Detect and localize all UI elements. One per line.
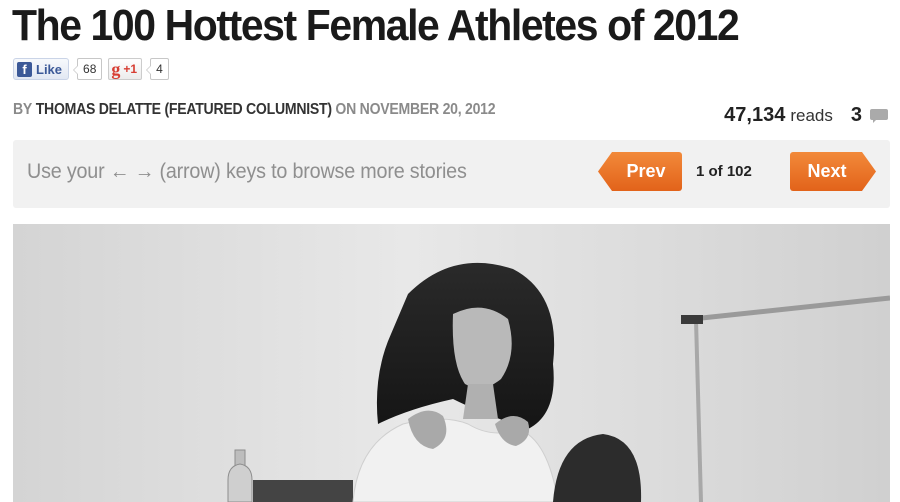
- facebook-like-count: 68: [72, 58, 103, 80]
- page-title: The 100 Hottest Female Athletes of 2012: [12, 1, 740, 50]
- keyboard-hint: Use your ← → (arrow) keys to browse more…: [27, 160, 467, 183]
- photo-illustration: [13, 224, 890, 502]
- reads-label: reads: [790, 105, 833, 125]
- author-link[interactable]: THOMAS DELATTE (FEATURED COLUMNIST): [36, 101, 332, 118]
- social-share-bar: f Like 68 g +1 4: [13, 57, 169, 81]
- comment-icon[interactable]: [870, 108, 888, 123]
- slideshow-nav-bar: Use your ← → (arrow) keys to browse more…: [13, 140, 890, 208]
- next-button[interactable]: Next: [790, 152, 876, 191]
- google-plus-icon: g: [111, 59, 121, 79]
- byline-by: BY: [13, 101, 33, 118]
- slide-photo: [13, 224, 890, 502]
- prev-button[interactable]: Prev: [598, 152, 682, 191]
- slide-position: 1 of 102: [696, 163, 752, 180]
- facebook-icon: f: [17, 61, 32, 77]
- google-plus-button[interactable]: g +1: [108, 58, 143, 80]
- google-plus-count: 4: [146, 58, 169, 80]
- facebook-like-label: Like: [36, 61, 63, 77]
- byline-on: ON: [335, 101, 357, 118]
- byline: BY THOMAS DELATTE (FEATURED COLUMNIST) O…: [13, 101, 496, 119]
- comments-count[interactable]: 3: [851, 104, 862, 127]
- article-stats: 47,134 reads 3: [724, 104, 888, 127]
- reads-count: 47,134: [724, 104, 786, 126]
- facebook-like-button[interactable]: f Like: [13, 58, 70, 80]
- google-plus-label: +1: [123, 62, 138, 76]
- publish-date: NOVEMBER 20, 2012: [359, 101, 496, 118]
